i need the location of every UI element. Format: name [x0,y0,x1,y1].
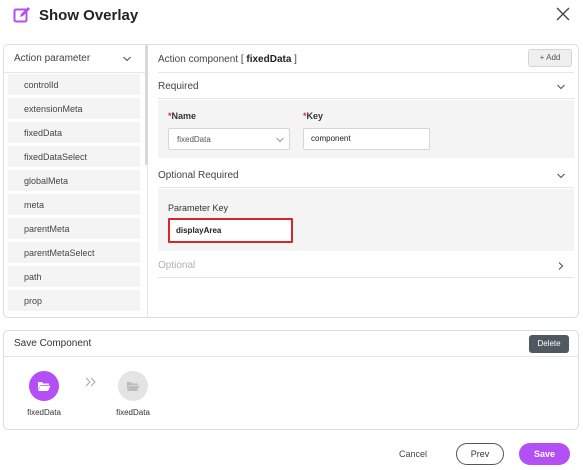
component-node-label: fixedData [116,408,150,417]
sidebar-item-globalmeta[interactable]: globalMeta [8,170,140,192]
chevron-right-icon[interactable] [556,261,566,271]
dialog-header: Show Overlay [0,0,583,34]
sidebar-item-label: globalMeta [24,176,69,186]
sidebar-item-meta[interactable]: meta [8,194,140,216]
action-parameter-sidebar: Action parameter controlId extensionMeta… [4,45,148,317]
sidebar-item-prop[interactable]: prop [8,290,140,312]
name-select-value: fixedData [177,135,211,144]
action-component-title-prefix: Action component [ [158,54,247,65]
delete-button[interactable]: Delete [529,335,569,353]
edit-square-icon [13,7,30,23]
key-label-text: Key [306,111,324,121]
parameter-key-label: Parameter Key [168,203,229,213]
sidebar-item-label: fixedDataSelect [24,152,88,162]
sidebar-item-label: parentMeta [24,224,70,234]
sidebar-scrollbar[interactable] [145,45,148,165]
save-component-header: Save Component Delete [4,331,578,357]
required-section-body: *Name fixedData *Key component [158,100,574,158]
required-section-label: Required [158,81,199,92]
sidebar-item-label: meta [24,200,45,210]
sidebar-header-label: Action parameter [14,53,91,64]
chevron-down-icon[interactable] [556,171,566,181]
action-component-title-suffix: ] [291,54,297,65]
sidebar-item-label: controlId [24,80,59,90]
dialog-title: Show Overlay [39,7,139,24]
sidebar-item-fixeddataselect[interactable]: fixedDataSelect [8,146,140,168]
optional-required-section-label: Optional Required [158,170,239,181]
sidebar-item-label: extensionMeta [24,104,83,114]
sidebar-item-controlid[interactable]: controlId [8,74,140,96]
name-field-label: *Name [168,111,196,121]
component-node-active[interactable] [29,371,59,401]
save-component-panel: Save Component Delete fixedData fixedDat… [3,330,579,430]
prev-button[interactable]: Prev [456,443,504,465]
required-section-header[interactable]: Required [158,74,574,99]
optional-section-header[interactable]: Optional [158,253,574,278]
sidebar-item-parentmeta[interactable]: parentMeta [8,218,140,240]
component-node-inactive[interactable] [118,371,148,401]
folder-open-icon [127,382,140,391]
action-component-name: fixedData [246,54,292,65]
sidebar-item-parentmetaselect[interactable]: parentMetaSelect [8,242,140,264]
key-field-label: *Key [303,111,323,121]
optional-section-label: Optional [158,260,196,271]
sidebar-item-label: fixedData [24,128,63,138]
sidebar-item-fixeddata[interactable]: fixedData [8,122,140,144]
action-component-area: Action component [ fixedData ] + Add Req… [158,45,574,317]
double-chevron-right-icon [85,377,96,387]
save-button[interactable]: Save [519,443,570,465]
save-component-label: Save Component [14,338,92,349]
sidebar-item-label: prop [24,296,43,306]
name-label-text: Name [171,111,197,121]
optional-required-section-body: Parameter Key displayArea [158,189,574,251]
action-component-title: Action component [ fixedData ] [158,54,297,65]
close-icon[interactable] [555,6,571,22]
folder-open-icon [38,382,51,391]
component-node-label: fixedData [27,408,61,417]
parameter-key-input[interactable]: displayArea [168,218,293,243]
name-select[interactable]: fixedData [168,128,290,150]
action-parameter-panel: Action parameter controlId extensionMeta… [3,44,579,318]
sidebar-item-extensionmeta[interactable]: extensionMeta [8,98,140,120]
chevron-down-icon [276,137,284,143]
chevron-down-icon[interactable] [556,82,566,92]
sidebar-item-path[interactable]: path [8,266,140,288]
chevron-down-icon[interactable] [122,54,132,64]
sidebar-header[interactable]: Action parameter [4,45,147,73]
cancel-button[interactable]: Cancel [388,443,438,465]
sidebar-item-label: path [24,272,42,282]
key-input[interactable]: component [303,128,430,150]
action-component-header: Action component [ fixedData ] + Add [158,45,574,73]
sidebar-item-label: parentMetaSelect [24,248,95,258]
add-button[interactable]: + Add [528,49,572,67]
optional-required-section-header[interactable]: Optional Required [158,163,574,188]
